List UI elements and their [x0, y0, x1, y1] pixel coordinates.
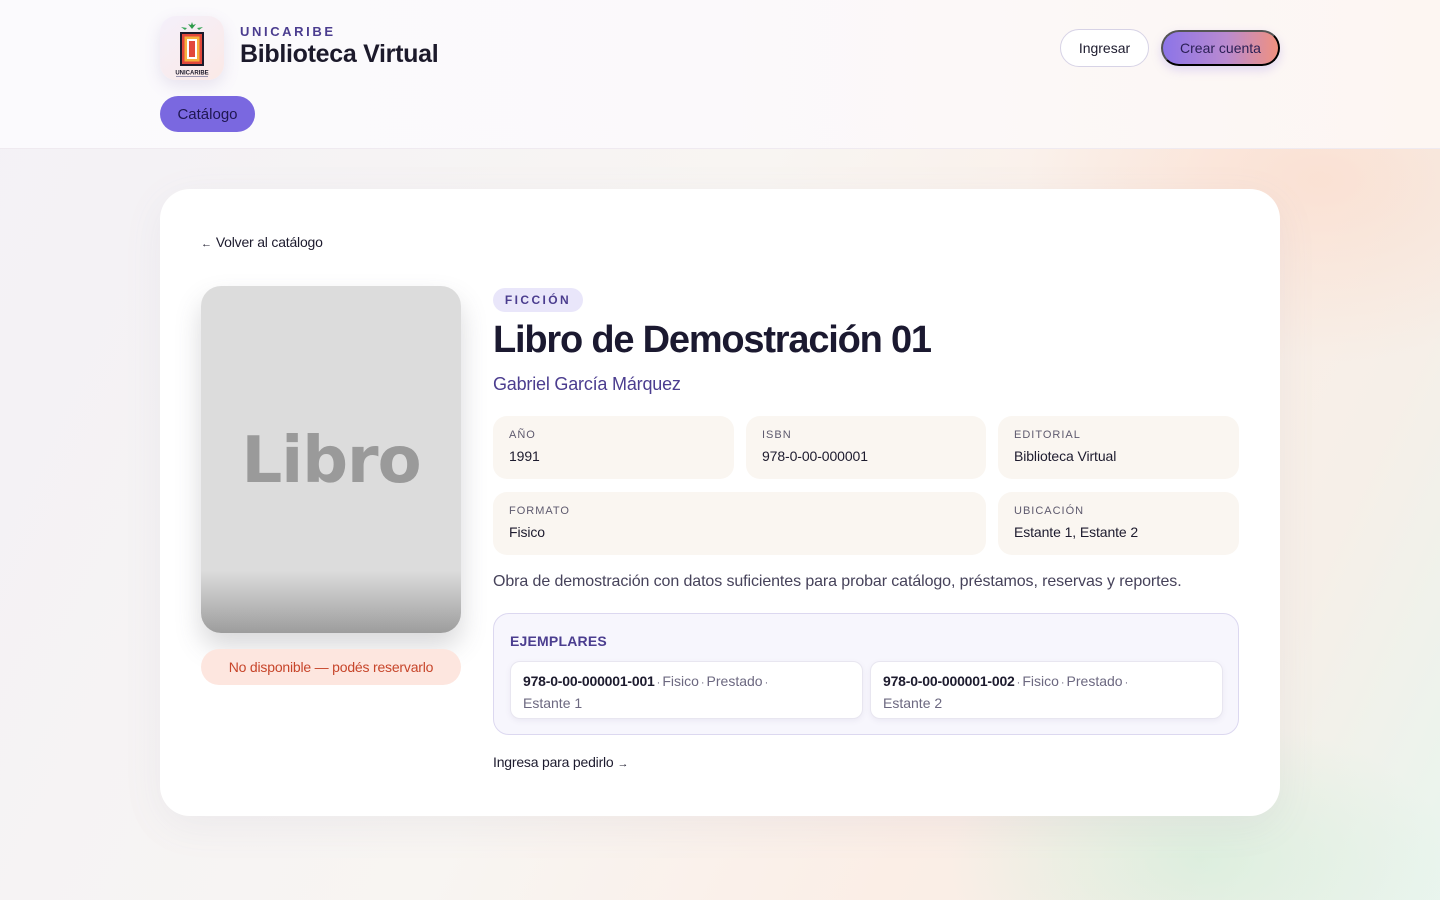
- copy-location: Estante 2: [883, 695, 943, 711]
- unicaribe-logo[interactable]: UNICARIBE: [160, 16, 224, 80]
- back-to-catalog-link[interactable]: ← Volver al catálogo: [201, 234, 323, 250]
- meta-year-value: 1991: [509, 448, 540, 464]
- meta-publisher: Editorial Biblioteca Virtual: [998, 416, 1239, 479]
- login-button[interactable]: Ingresar: [1060, 29, 1149, 67]
- meta-isbn-label: ISBN: [762, 429, 792, 441]
- meta-publisher-value: Biblioteca Virtual: [1014, 448, 1117, 464]
- meta-location-label: Ubicación: [1014, 505, 1085, 517]
- genre-badge: FICCIÓN: [493, 288, 583, 312]
- book-detail-card: ← Volver al catálogo Libro No disponible …: [160, 189, 1280, 816]
- copy-status: Prestado: [706, 673, 763, 689]
- meta-year-label: Año: [509, 429, 536, 441]
- forward-arrow-icon: →: [617, 758, 629, 770]
- back-link-label: Volver al catálogo: [215, 234, 323, 250]
- logo-text: UNICARIBE: [175, 71, 208, 77]
- meta-publisher-label: Editorial: [1014, 429, 1081, 441]
- meta-format-label: Formato: [509, 505, 570, 517]
- back-arrow-icon: ←: [201, 238, 212, 250]
- meta-location-value: Estante 1, Estante 2: [1014, 524, 1139, 540]
- copies-title: EJEMPLARES: [510, 633, 607, 649]
- copy-status: Prestado: [1066, 673, 1123, 689]
- book-author[interactable]: Gabriel García Márquez: [493, 374, 681, 395]
- meta-isbn-value: 978-0-00-000001: [762, 448, 868, 464]
- copy-code: 978-0-00-000001-001: [523, 673, 655, 689]
- copy-location: Estante 1: [523, 695, 583, 711]
- book-cover: Libro: [201, 286, 461, 633]
- book-logo-icon: UNICARIBE: [175, 22, 209, 77]
- meta-format: Formato Fisico: [493, 492, 986, 555]
- book-title: Libro de Demostración 01: [493, 319, 932, 361]
- copy-format: Fisico: [1022, 673, 1059, 689]
- login-to-request-link[interactable]: Ingresa para pedirlo →: [493, 754, 629, 770]
- signup-button[interactable]: Crear cuenta: [1161, 30, 1280, 66]
- site-header: UNICARIBE UNICARIBE Biblioteca Virtual I…: [0, 0, 1440, 149]
- request-link-label: Ingresa para pedirlo: [493, 754, 614, 770]
- nav-catalog-tab[interactable]: Catálogo: [160, 96, 255, 132]
- brand-subtitle: UNICARIBE: [240, 24, 336, 39]
- meta-location: Ubicación Estante 1, Estante 2: [998, 492, 1239, 555]
- copy-item: 978-0-00-000001-002 · Fisico · Prestado · Esta…: [870, 661, 1223, 719]
- meta-format-value: Fisico: [509, 524, 545, 540]
- meta-isbn: ISBN 978-0-00-000001: [746, 416, 986, 479]
- copy-code: 978-0-00-000001-002: [883, 673, 1015, 689]
- copy-format: Fisico: [662, 673, 699, 689]
- copy-item: 978-0-00-000001-001 · Fisico · Prestado · Esta…: [510, 661, 863, 719]
- cover-placeholder-text: Libro: [241, 423, 421, 498]
- copies-panel: EJEMPLARES 978-0-00-000001-001 · Fisico · Pr…: [493, 613, 1239, 735]
- book-description: Obra de demostración con datos suficient…: [493, 573, 1182, 590]
- availability-badge: No disponible — podés reservarlo: [201, 649, 461, 685]
- meta-year: Año 1991: [493, 416, 734, 479]
- brand-title[interactable]: Biblioteca Virtual: [240, 40, 439, 69]
